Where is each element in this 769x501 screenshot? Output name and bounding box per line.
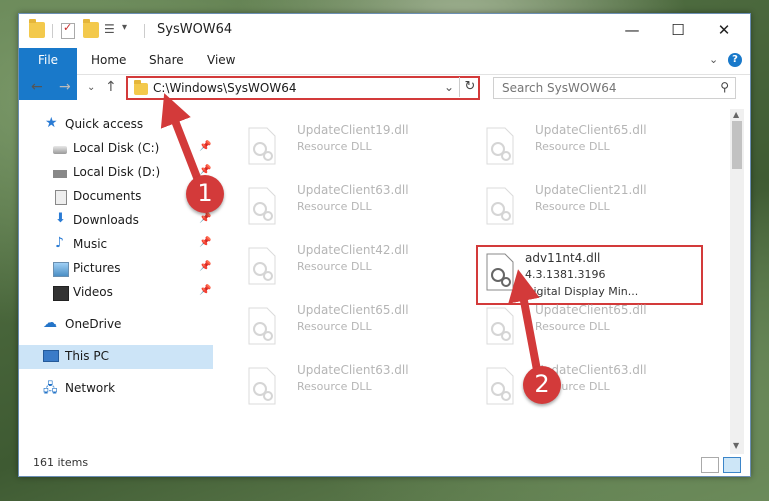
step-2-badge: 2: [523, 366, 561, 404]
annotation-arrows: [160, 93, 541, 374]
step-1-badge: 1: [186, 175, 224, 213]
arrow-to-address-bar: [160, 93, 202, 184]
arrow-to-file: [508, 269, 541, 374]
